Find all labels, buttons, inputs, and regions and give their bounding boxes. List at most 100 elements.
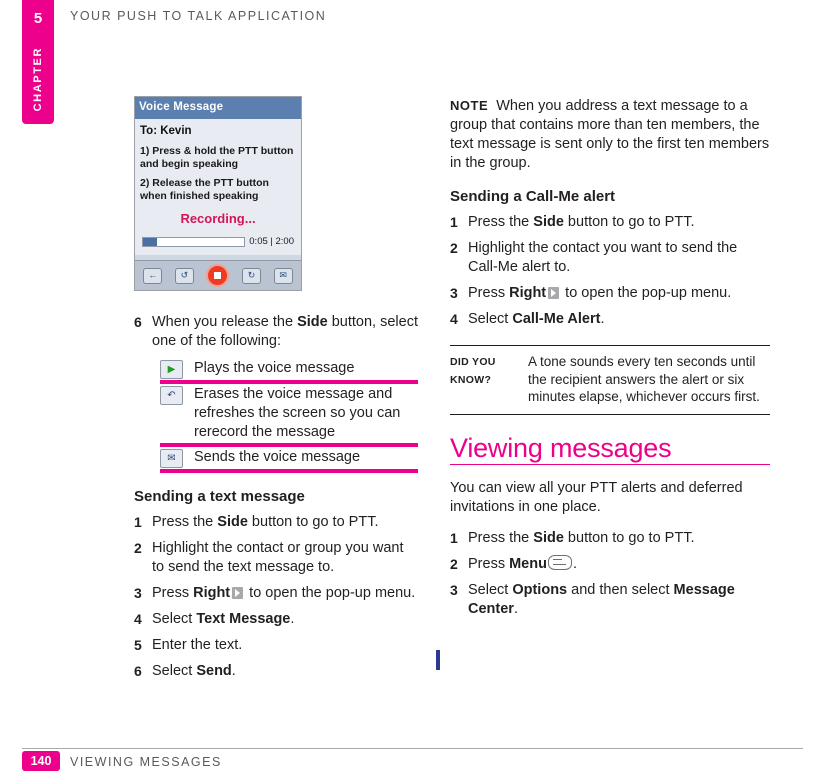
- step-text-part: Press: [468, 285, 510, 301]
- step-item: 1 Press the Side button to go to PTT.: [450, 529, 770, 548]
- step-text-part: button to go to PTT.: [563, 214, 695, 230]
- right-steps-list: 1 Press the Side button to go to PTT. 2 Hig…: [450, 213, 770, 329]
- play-icon: ▶: [160, 360, 183, 379]
- step-text: Press Right to open the pop-up menu.: [468, 284, 770, 303]
- footer-rule: [22, 748, 803, 749]
- step-text-part: Select: [468, 311, 513, 327]
- side-button-label: Side: [297, 314, 328, 330]
- intro-paragraph: You can view all your PTT alerts and def…: [450, 479, 743, 515]
- step-text-part: Press the: [468, 214, 534, 230]
- step-text-part: .: [572, 555, 577, 572]
- step-text: Highlight the contact or group you want …: [152, 539, 419, 577]
- step-text: Press Right to open the pop-up menu.: [152, 584, 419, 603]
- tip-label: DID YOU KNOW?: [450, 356, 496, 386]
- figure-toolbar: ← ↺ ↻ ✉: [135, 260, 301, 290]
- step-item: 2 Press Menu.: [450, 554, 770, 574]
- step-number: 2: [450, 240, 458, 256]
- step-number: 3: [450, 285, 458, 301]
- step-number: 5: [134, 637, 142, 653]
- footer-section-label: Viewing messages: [70, 755, 222, 769]
- step-item: 4 Select Text Message.: [134, 610, 419, 629]
- step-text-part: Highlight the contact or group you want …: [152, 540, 404, 575]
- ui-term: Side: [217, 514, 248, 530]
- nav-right-icon: [548, 287, 560, 299]
- ui-term: Side: [533, 529, 564, 546]
- menu-key-icon: [547, 554, 572, 570]
- figure-step-2: 2) Release the PTT button when finished …: [140, 177, 269, 202]
- figure-progress-bar: [142, 236, 246, 247]
- table-row: ▶ Plays the voice message: [160, 359, 418, 384]
- step-number: 3: [134, 585, 142, 601]
- step-text-part: .: [600, 311, 605, 327]
- figure-time: 0:05 | 2:00: [249, 236, 294, 247]
- step-text-part: When you release the: [152, 314, 298, 330]
- step-number: 6: [134, 663, 142, 679]
- step-text-part: .: [231, 663, 236, 679]
- viewing-messages-steps: 1 Press the Side button to go to PTT. 2 Pre…: [450, 529, 770, 619]
- step-item: 1 Press the Side button to go to PTT.: [134, 513, 419, 532]
- note-paragraph: NOTE When you address a text message to …: [450, 96, 770, 173]
- ui-term: Right: [509, 285, 547, 301]
- step-6: 6 When you release the Side button, sele…: [134, 313, 419, 351]
- step-text-part: Highlight the contact you want to send t…: [468, 240, 738, 275]
- step-item: 2 Highlight the contact or group you want…: [134, 539, 419, 577]
- step-number: 4: [450, 311, 458, 327]
- chapter-label: CHAPTER: [22, 36, 54, 122]
- step-text: Select Options and then select Message C…: [468, 581, 770, 619]
- icon-cell: ▶: [160, 359, 194, 379]
- step-text: Press Menu.: [468, 554, 770, 574]
- step-text-part: button to go to PTT.: [247, 514, 379, 530]
- step-text-part: to open the pop-up menu.: [561, 285, 732, 301]
- step-number: 1: [450, 529, 458, 546]
- chapter-number: 5: [22, 2, 54, 34]
- step-number: 6: [134, 314, 142, 330]
- step-number: 2: [134, 540, 142, 556]
- figure-to-line: To: Kevin: [140, 125, 192, 137]
- ui-term: Text Message: [196, 611, 291, 627]
- rewind-icon: ↺: [174, 267, 194, 284]
- step-text: Press the Side button to go to PTT.: [152, 513, 419, 532]
- step-item: 3 Press Right to open the pop-up menu.: [134, 584, 419, 603]
- step-text-part: Select: [152, 611, 197, 627]
- step-text-part: to open the pop-up menu.: [245, 585, 416, 601]
- step-text-part: Press: [152, 585, 194, 601]
- figure-recording-label: Recording...: [180, 211, 256, 226]
- step-item: 1 Press the Side button to go to PTT.: [450, 213, 770, 232]
- figure-progress-row: 0:05 | 2:00: [140, 232, 296, 251]
- table-row: ↶ Erases the voice message and refreshes…: [160, 385, 418, 447]
- heading-sending-text-message: Sending a text message: [134, 488, 305, 505]
- step-number: 3: [450, 581, 458, 598]
- figure-step-1: 1) Press & hold the PTT button and begin…: [140, 145, 294, 170]
- step-text: Select Text Message.: [152, 610, 419, 629]
- icon-cell: ↶: [160, 385, 194, 405]
- figure-body: To: Kevin 1) Press & hold the PTT button…: [135, 119, 301, 255]
- tip-text: A tone sounds every ten seconds until th…: [528, 354, 760, 404]
- step-number: 1: [134, 514, 142, 530]
- left-column: Voice Message To: Kevin 1) Press & hold …: [134, 96, 419, 688]
- erase-icon: ↶: [160, 386, 183, 405]
- step-text-part: .: [290, 611, 295, 627]
- step-number: 2: [450, 555, 458, 572]
- chapter-label-text: CHAPTER: [32, 46, 44, 112]
- forward-icon: ↻: [242, 267, 262, 284]
- step-item: 2 Highlight the contact you want to send …: [450, 239, 770, 277]
- icon-description: Sends the voice message: [194, 449, 361, 465]
- ui-term: Call-Me Alert: [512, 311, 601, 327]
- note-label: NOTE: [450, 98, 489, 113]
- running-head: Your Push To Talk Application: [70, 9, 327, 23]
- record-icon: [206, 264, 230, 287]
- step-text-part: button to go to PTT.: [563, 529, 695, 546]
- major-heading-wrap: Viewing messages: [450, 434, 770, 465]
- icon-cell: ✉: [160, 448, 194, 468]
- step-text: Press the Side button to go to PTT.: [468, 529, 770, 548]
- page-number-badge: 140: [22, 751, 60, 771]
- step-text: Select Send.: [152, 662, 419, 681]
- figure-titlebar: Voice Message: [135, 97, 301, 119]
- step-text: Enter the text.: [152, 636, 419, 655]
- step-text: Highlight the contact you want to send t…: [468, 239, 770, 277]
- nav-right-icon: [232, 587, 244, 599]
- icon-description: Erases the voice message and refreshes t…: [194, 386, 401, 440]
- step-text-part: .: [513, 600, 518, 617]
- heading-sending-call-me-alert: Sending a Call-Me alert: [450, 188, 616, 205]
- step-text: Press the Side button to go to PTT.: [468, 213, 770, 232]
